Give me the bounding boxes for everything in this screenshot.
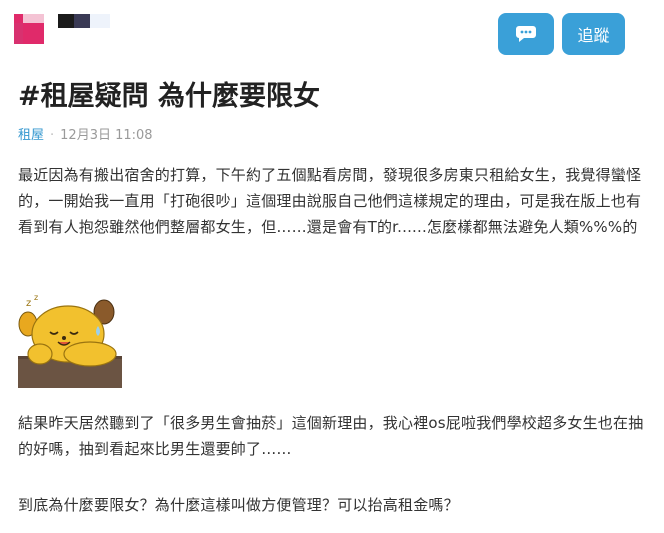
svg-text:z: z	[26, 298, 31, 309]
post-paragraph: 最近因為有搬出宿舍的打算，下午約了五個點看房間，發現很多房東只租給女生，我覺得蠻…	[18, 166, 642, 236]
post-paragraph: 結果昨天居然聽到了「很多男生會抽菸」這個新理由，我心裡os屁啦我們學校超多女生也…	[18, 414, 644, 458]
meta-separator: ·	[50, 128, 55, 143]
svg-text:z: z	[34, 293, 38, 302]
post-meta: 租屋 · 12月3日 11:08	[18, 124, 153, 143]
sleeping-dog-sticker: z z	[18, 293, 122, 388]
chat-button[interactable]	[498, 13, 554, 55]
follow-button[interactable]: 追蹤	[562, 13, 625, 55]
post-date: 12月3日 11:08	[60, 128, 153, 143]
chat-bubble-icon	[516, 26, 536, 42]
author-name-redacted[interactable]	[58, 14, 110, 28]
board-link[interactable]: 租屋	[18, 128, 44, 143]
post-header: 追蹤	[0, 0, 664, 64]
post-paragraph: 到底為什麼要限女？為什麼這樣叫做方便管理？可以抬高租金嗎？	[18, 496, 459, 514]
follow-label: 追蹤	[577, 26, 610, 45]
avatar[interactable]	[14, 14, 44, 44]
post-title: #租屋疑問 為什麼要限女	[18, 81, 321, 112]
